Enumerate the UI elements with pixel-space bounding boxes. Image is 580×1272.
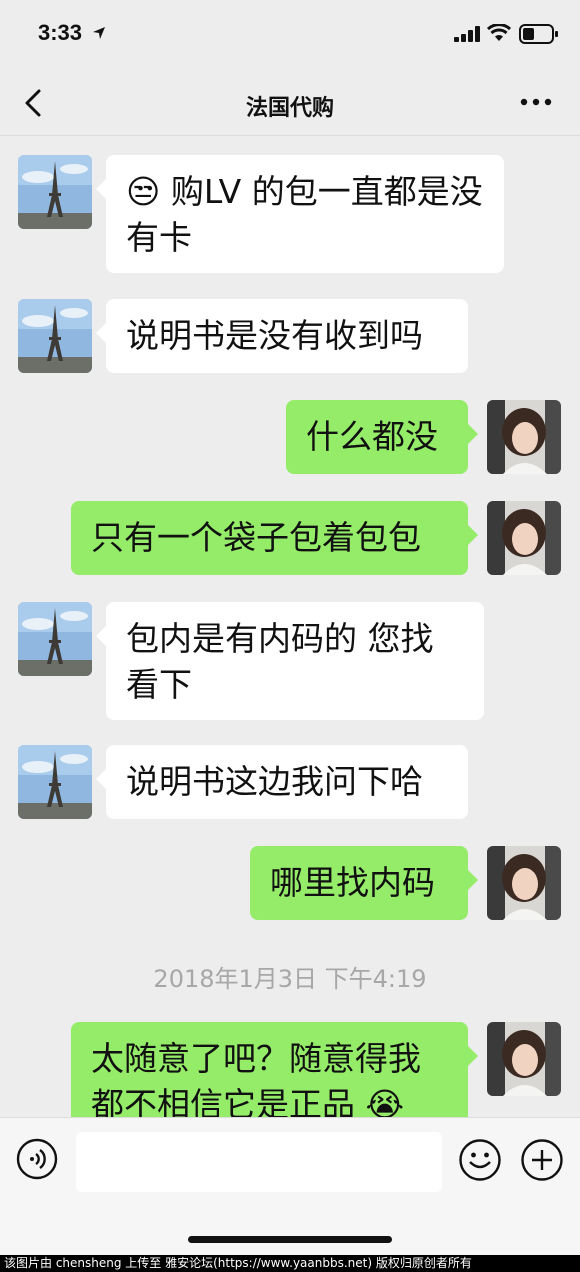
user-avatar[interactable] (487, 1022, 561, 1096)
message-row: 太随意了吧？随意得我都不相信它是正品 😭 (0, 1022, 580, 1117)
status-time: 3:33 (38, 20, 83, 45)
message-row: 只有一个袋子包着包包 (0, 501, 580, 577)
message-row: 包内是有内码的 您找看下 (0, 602, 580, 722)
message-bubble-incoming[interactable]: 😒 购LV 的包一直都是没有卡 (96, 155, 504, 273)
message-bubble-outgoing[interactable]: 太随意了吧？随意得我都不相信它是正品 😭 (71, 1022, 478, 1117)
user-avatar[interactable] (487, 400, 561, 474)
message-text: 只有一个袋子包着包包 (91, 518, 421, 557)
location-arrow-icon (93, 27, 105, 39)
watermark-text: 该图片由 chensheng 上传至 雅安论坛(https://www.yaan… (0, 1255, 580, 1272)
message-row: 什么都没 (0, 400, 580, 476)
message-bubble-incoming[interactable]: 包内是有内码的 您找看下 (96, 602, 484, 720)
contact-avatar[interactable] (18, 155, 92, 229)
message-row: 说明书这边我问下哈 (0, 745, 580, 821)
message-row: 哪里找内码 (0, 846, 580, 922)
message-text: 说明书这边我问下哈 (126, 762, 423, 801)
cellular-signal-icon (454, 26, 480, 42)
battery-icon (519, 24, 558, 44)
contact-avatar[interactable] (18, 745, 92, 819)
chat-title: 法国代购 (245, 96, 334, 121)
message-timestamp: 2018年1月3日 下午4:19 (153, 965, 427, 993)
contact-avatar[interactable] (18, 299, 92, 373)
user-avatar[interactable] (487, 846, 561, 920)
message-text: 包内是有内码的 您找看下 (126, 619, 434, 704)
message-row: 😒 购LV 的包一直都是没有卡 (0, 137, 580, 277)
message-text: 购LV 的包一直都是没有卡 (126, 172, 483, 257)
more-options-icon[interactable] (520, 98, 552, 106)
message-input-bar (0, 1117, 580, 1255)
contact-avatar[interactable] (18, 602, 92, 676)
message-row: 说明书是没有收到吗 (0, 299, 580, 375)
message-input[interactable] (76, 1132, 442, 1192)
chat-message-list[interactable]: 😒 购LV 的包一直都是没有卡 说明书是没有收到吗 什么都没 只有一个袋子包着包… (0, 137, 580, 1117)
squint-face-emoji: 😒 (126, 172, 161, 211)
wifi-icon (487, 24, 511, 41)
message-bubble-outgoing[interactable]: 哪里找内码 (250, 846, 478, 920)
message-bubble-outgoing[interactable]: 什么都没 (286, 400, 478, 474)
plus-icon[interactable] (520, 1138, 564, 1182)
voice-input-icon[interactable] (16, 1138, 58, 1180)
emoji-icon[interactable] (458, 1138, 502, 1182)
user-avatar[interactable] (487, 501, 561, 575)
message-text: 哪里找内码 (270, 863, 435, 902)
message-bubble-incoming[interactable]: 说明书这边我问下哈 (96, 745, 468, 819)
chat-header: 法国代购 (0, 70, 580, 136)
home-indicator[interactable] (188, 1236, 392, 1243)
message-text: 说明书是没有收到吗 (126, 316, 423, 355)
crying-face-emoji: 😭 (365, 1085, 405, 1117)
message-text: 什么都没 (306, 417, 438, 456)
message-bubble-outgoing[interactable]: 只有一个袋子包着包包 (71, 501, 478, 575)
message-bubble-incoming[interactable]: 说明书是没有收到吗 (96, 299, 468, 373)
status-bar: 3:33 (0, 0, 580, 70)
